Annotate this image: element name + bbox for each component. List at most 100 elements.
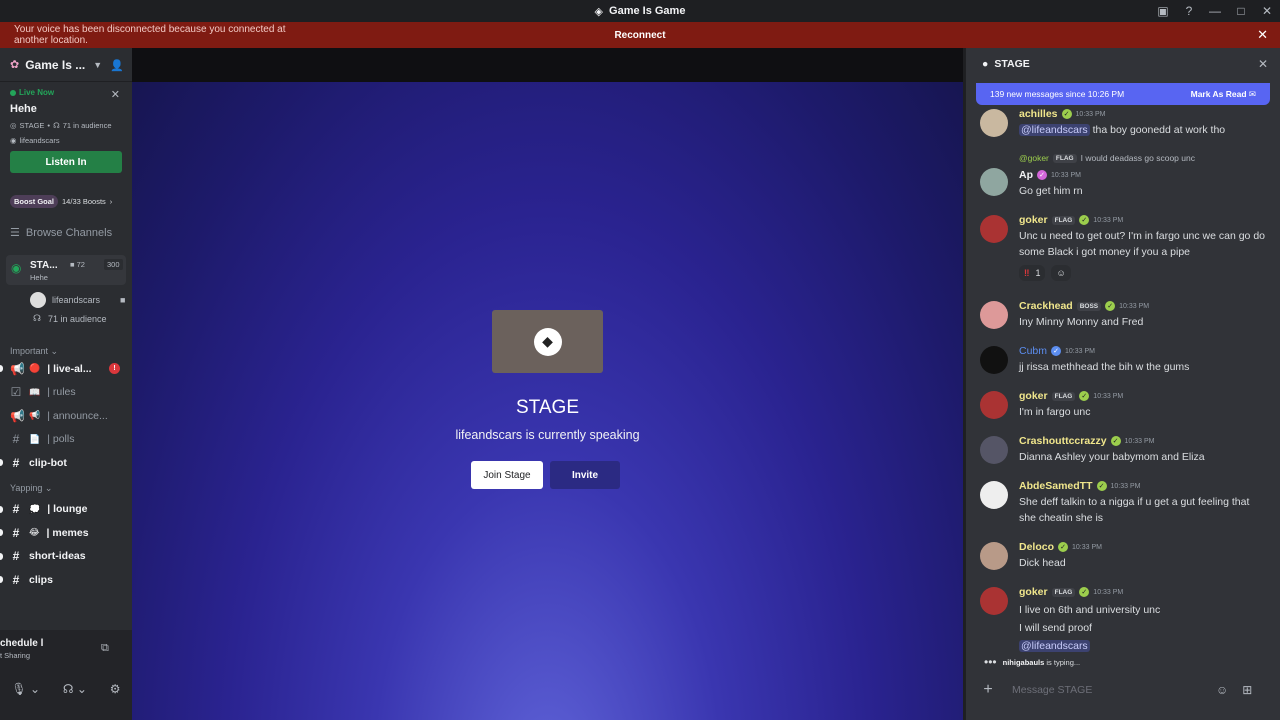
camera-icon: ■	[120, 295, 126, 305]
sidebar-item-lounge[interactable]: # 💭 | lounge	[0, 498, 132, 522]
verified-icon: ✓	[1058, 542, 1069, 552]
activity-substatus: t Sharing	[0, 651, 31, 660]
browse-channels[interactable]: ☰ Browse Channels	[0, 226, 132, 240]
sidebar-item-clips[interactable]: # clips	[0, 568, 132, 592]
reconnect-button[interactable]: Reconnect	[610, 28, 669, 43]
camera-icon: ■	[70, 260, 75, 269]
channel-list-yapping: # 💭 | lounge # 😂 | memes # short-ideas # clips	[0, 498, 132, 592]
live-now-label: Live Now	[10, 88, 122, 97]
user-mention[interactable]: @lifeandscars	[1019, 640, 1090, 652]
channel-sidebar: ✿ Game Is ... ▼ 👤 Live Now ✕ Hehe ◎ STAG…	[0, 48, 132, 720]
avatar	[980, 391, 1008, 419]
avatar	[980, 346, 1008, 374]
sidebar-item-clip-bot[interactable]: # clip-bot	[0, 451, 132, 475]
chevron-right-icon: ›	[109, 197, 113, 206]
message-input[interactable]	[1012, 684, 1202, 696]
minimize-button[interactable]: —	[1202, 4, 1228, 18]
stage-topbar	[132, 48, 963, 82]
typing-indicator: ••• nihigabauls is typing...	[984, 655, 1081, 669]
help-icon[interactable]: ?	[1176, 4, 1202, 18]
mic-icon[interactable]: 🎙 ⌄	[11, 682, 40, 696]
inbox-icon[interactable]: ▣	[1150, 4, 1176, 18]
close-icon[interactable]: ✕	[111, 88, 120, 101]
verified-icon: ✓	[1110, 436, 1121, 446]
announcement-icon: 📢	[10, 408, 25, 423]
mention-badge: !	[109, 363, 120, 374]
boost-goal[interactable]: Boost Goal 14/33 Boosts ›	[10, 195, 122, 208]
sidebar-item-live-alerts[interactable]: 📢 🔴 | live-al...!	[0, 357, 132, 381]
announcement-icon: 📢	[10, 361, 25, 376]
add-reaction-button[interactable]: ☺	[1051, 265, 1071, 281]
user-mention[interactable]: @lifeandscars	[1019, 124, 1090, 136]
hash-icon: #	[12, 525, 20, 540]
verified-icon: ✓	[1037, 170, 1047, 180]
channel-user[interactable]: lifeandscars ■	[0, 291, 132, 309]
user-count: ■ 72	[70, 260, 85, 269]
exclamation-icon: ‼	[1024, 268, 1030, 278]
sidebar-item-stage[interactable]: ◉ STA... Hehe ■ 72 300	[6, 255, 126, 285]
category-yapping[interactable]: Yapping ⌄	[0, 483, 132, 494]
emoji-icon[interactable]: ☺	[1216, 683, 1228, 697]
headphones-icon: ☊	[33, 313, 41, 323]
sidebar-item-rules[interactable]: ☑ 📖 | rules	[0, 381, 132, 405]
screen-share-icon[interactable]: ⧉	[101, 642, 109, 655]
apps-icon[interactable]: ⊞	[1242, 683, 1252, 697]
invite-button[interactable]: Invite	[550, 461, 620, 489]
maximize-button[interactable]: □	[1228, 4, 1254, 18]
window-titlebar: ◈ Game Is Game ▣ ? — □ ✕	[0, 0, 1280, 22]
live-now-card: Live Now ✕ Hehe ◎ STAGE • ☊ 71 in audienc…	[0, 82, 132, 179]
emoji-icon: ☺	[1056, 268, 1066, 278]
verified-icon: ✓	[1051, 346, 1062, 356]
speaker-tile[interactable]: ◆	[492, 310, 603, 373]
banner-close-icon[interactable]: ✕	[1257, 27, 1268, 43]
stage-speaking-text: lifeandscars is currently speaking	[455, 428, 640, 442]
stage-view: ◆ STAGE lifeandscars is currently speaki…	[132, 48, 963, 720]
hash-icon: #	[12, 572, 20, 587]
chevron-down-icon: ▼	[93, 59, 103, 70]
listen-in-button[interactable]: Listen In	[10, 151, 122, 173]
gear-icon[interactable]: ⚙	[110, 682, 121, 696]
capacity: 300	[104, 259, 123, 270]
category-important[interactable]: Important ⌄	[0, 346, 132, 357]
new-messages-bar[interactable]: 139 new messages since 10:26 PM Mark As …	[976, 83, 1270, 105]
message-composer: + ☺ ⊞	[978, 676, 1271, 704]
role-tag: FLAG	[1051, 391, 1076, 401]
voice-controls: 🎙 ⌄ ☊ ⌄ ⚙	[0, 682, 132, 696]
disconnect-banner: Your voice has been disconnected because…	[0, 22, 1280, 48]
close-window-button[interactable]: ✕	[1254, 4, 1280, 18]
reaction[interactable]: ‼ 1	[1019, 265, 1046, 281]
chat-panel: ● STAGE ✕ 139 new messages since 10:26 P…	[965, 48, 1280, 720]
role-tag: FLAG	[1051, 215, 1076, 225]
avatar	[980, 301, 1008, 329]
verified-icon: ✓	[1079, 391, 1090, 401]
headphones-icon[interactable]: ☊ ⌄	[63, 682, 87, 696]
avatar	[980, 215, 1008, 243]
window-title: ◈ Game Is Game	[594, 5, 686, 18]
hash-icon: #	[12, 502, 20, 517]
typing-dots-icon: •••	[984, 655, 997, 669]
mark-as-read-button[interactable]: Mark As Read ✉	[1191, 89, 1256, 100]
live-title: Hehe	[10, 103, 37, 115]
speaker-avatar: ◆	[533, 327, 562, 356]
sidebar-item-announcements[interactable]: 📢 📢 | announce...	[0, 404, 132, 428]
reply-preview[interactable]: @goker FLAG I would deadass go scoop unc	[1019, 153, 1195, 163]
sidebar-item-memes[interactable]: # 😂 | memes	[0, 521, 132, 545]
channel-list-important: 📢 🔴 | live-al...! ☑ 📖 | rules 📢 📢 | announce..…	[0, 357, 132, 475]
sidebar-item-polls[interactable]: # 📄 | polls	[0, 428, 132, 452]
hash-icon: #	[12, 455, 20, 470]
add-attachment-button[interactable]: +	[978, 681, 998, 699]
verified-icon: ✓	[1105, 301, 1116, 311]
join-stage-button[interactable]: Join Stage	[471, 461, 543, 489]
sidebar-item-short-ideas[interactable]: # short-ideas	[0, 545, 132, 569]
discord-icon: ◈	[594, 5, 604, 18]
role-tag: BOSS	[1076, 301, 1102, 311]
stage-icon: ◎	[10, 121, 17, 130]
add-user-icon[interactable]: 👤	[110, 59, 124, 72]
rules-icon: ☑	[10, 385, 22, 400]
verified-icon: ✓	[1096, 481, 1107, 491]
avatar	[980, 109, 1008, 137]
boost-progress: 14/33 Boosts	[62, 197, 106, 206]
hash-icon: #	[12, 549, 20, 564]
close-icon[interactable]: ✕	[1258, 57, 1268, 71]
guild-header[interactable]: ✿ Game Is ... ▼ 👤	[0, 48, 132, 82]
